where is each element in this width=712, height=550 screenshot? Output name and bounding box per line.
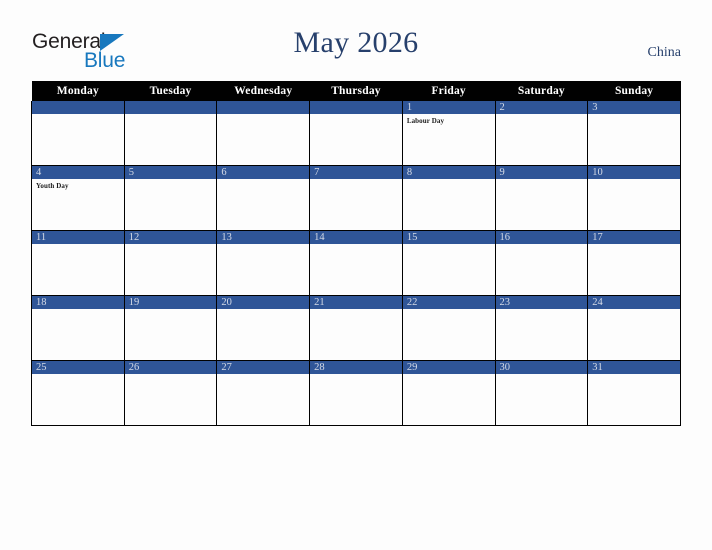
day-cell-30[interactable]: 30 <box>494 360 589 426</box>
day-cell-1[interactable]: 1 Labour Day <box>401 101 496 166</box>
day-number: 24 <box>588 296 680 309</box>
day-cell-15[interactable]: 15 <box>401 230 496 296</box>
day-number: 22 <box>402 296 495 309</box>
day-number: 15 <box>402 231 495 244</box>
day-number: 14 <box>310 231 402 244</box>
page-title: May 2026 <box>293 26 419 59</box>
day-cell-25[interactable]: 25 <box>31 360 125 426</box>
day-cell-2[interactable]: 2 <box>494 101 589 166</box>
day-number <box>217 101 310 114</box>
calendar-table: Monday Tuesday Wednesday Thursday Friday Satu… <box>31 81 681 426</box>
day-cell-3[interactable]: 3 <box>587 101 681 166</box>
weekday-header-monday: Monday <box>31 81 125 101</box>
day-number: 27 <box>217 361 310 374</box>
day-number: 7 <box>310 166 402 179</box>
day-number: 8 <box>402 166 495 179</box>
day-cell-21[interactable]: 21 <box>309 295 403 361</box>
day-number <box>32 101 124 114</box>
day-number: 29 <box>402 361 495 374</box>
day-cell-empty[interactable] <box>309 101 403 166</box>
day-number: 9 <box>495 166 588 179</box>
weekday-header-saturday: Saturday <box>495 81 588 101</box>
weekday-header-row: Monday Tuesday Wednesday Thursday Friday Satu… <box>31 81 681 101</box>
day-cell-7[interactable]: 7 <box>309 165 403 231</box>
day-number: 31 <box>588 361 680 374</box>
day-number: 2 <box>495 101 588 114</box>
day-cell-31[interactable]: 31 <box>587 360 681 426</box>
day-cell-28[interactable]: 28 <box>309 360 403 426</box>
holiday-list: Youth Day <box>32 179 124 191</box>
day-number: 30 <box>495 361 588 374</box>
day-cell-17[interactable]: 17 <box>587 230 681 296</box>
holiday-label: Labour Day <box>406 117 445 125</box>
day-cell-20[interactable]: 20 <box>216 295 311 361</box>
day-number: 18 <box>32 296 124 309</box>
day-number: 23 <box>495 296 588 309</box>
day-number: 16 <box>495 231 588 244</box>
day-cell-4[interactable]: 4 Youth Day <box>31 165 125 231</box>
day-number: 10 <box>588 166 680 179</box>
day-number: 25 <box>32 361 124 374</box>
country-label: China <box>647 45 681 60</box>
day-number: 5 <box>124 166 217 179</box>
day-cell-9[interactable]: 9 <box>494 165 589 231</box>
calendar-grid-wrapper: Monday Tuesday Wednesday Thursday Friday Satu… <box>31 81 681 426</box>
day-cell-27[interactable]: 27 <box>216 360 311 426</box>
weekday-header-sunday: Sunday <box>587 81 681 101</box>
day-number: 19 <box>124 296 217 309</box>
day-number: 26 <box>124 361 217 374</box>
day-number: 11 <box>32 231 124 244</box>
calendar-week-row: 25 26 27 28 29 30 31 <box>31 360 681 426</box>
day-number: 12 <box>124 231 217 244</box>
day-number: 21 <box>310 296 402 309</box>
calendar-week-row: 4 Youth Day 5 6 7 8 9 10 <box>31 165 681 231</box>
day-number: 17 <box>588 231 680 244</box>
day-cell-16[interactable]: 16 <box>494 230 589 296</box>
day-number: 3 <box>588 101 680 114</box>
day-cell-24[interactable]: 24 <box>587 295 681 361</box>
weekday-header-thursday: Thursday <box>309 81 403 101</box>
day-cell-18[interactable]: 18 <box>31 295 125 361</box>
weekday-header-tuesday: Tuesday <box>124 81 217 101</box>
day-cell-11[interactable]: 11 <box>31 230 125 296</box>
holiday-list: Labour Day <box>403 114 495 126</box>
day-number: 28 <box>310 361 402 374</box>
day-number: 20 <box>217 296 310 309</box>
day-cell-13[interactable]: 13 <box>216 230 311 296</box>
day-cell-8[interactable]: 8 <box>401 165 496 231</box>
day-cell-5[interactable]: 5 <box>123 165 218 231</box>
day-cell-6[interactable]: 6 <box>216 165 311 231</box>
day-number: 13 <box>217 231 310 244</box>
calendar-week-row: 11 12 13 14 15 16 17 <box>31 230 681 296</box>
day-cell-empty[interactable] <box>31 101 125 166</box>
day-cell-empty[interactable] <box>216 101 311 166</box>
day-number <box>124 101 217 114</box>
weekday-header-friday: Friday <box>402 81 496 101</box>
calendar-week-row: 18 19 20 21 22 23 24 <box>31 295 681 361</box>
day-cell-12[interactable]: 12 <box>123 230 218 296</box>
day-cell-19[interactable]: 19 <box>123 295 218 361</box>
day-number: 1 <box>402 101 495 114</box>
day-number <box>310 101 402 114</box>
day-cell-22[interactable]: 22 <box>401 295 496 361</box>
day-cell-23[interactable]: 23 <box>494 295 589 361</box>
day-number: 4 <box>32 166 124 179</box>
calendar-week-row: 1 Labour Day 2 3 <box>31 101 681 166</box>
page-header: General Blue May 2026 China <box>0 0 712 81</box>
day-cell-empty[interactable] <box>123 101 218 166</box>
day-cell-10[interactable]: 10 <box>587 165 681 231</box>
day-number: 6 <box>217 166 310 179</box>
day-cell-26[interactable]: 26 <box>123 360 218 426</box>
weekday-header-wednesday: Wednesday <box>216 81 310 101</box>
day-cell-14[interactable]: 14 <box>309 230 403 296</box>
day-cell-29[interactable]: 29 <box>401 360 496 426</box>
holiday-label: Youth Day <box>36 182 69 190</box>
